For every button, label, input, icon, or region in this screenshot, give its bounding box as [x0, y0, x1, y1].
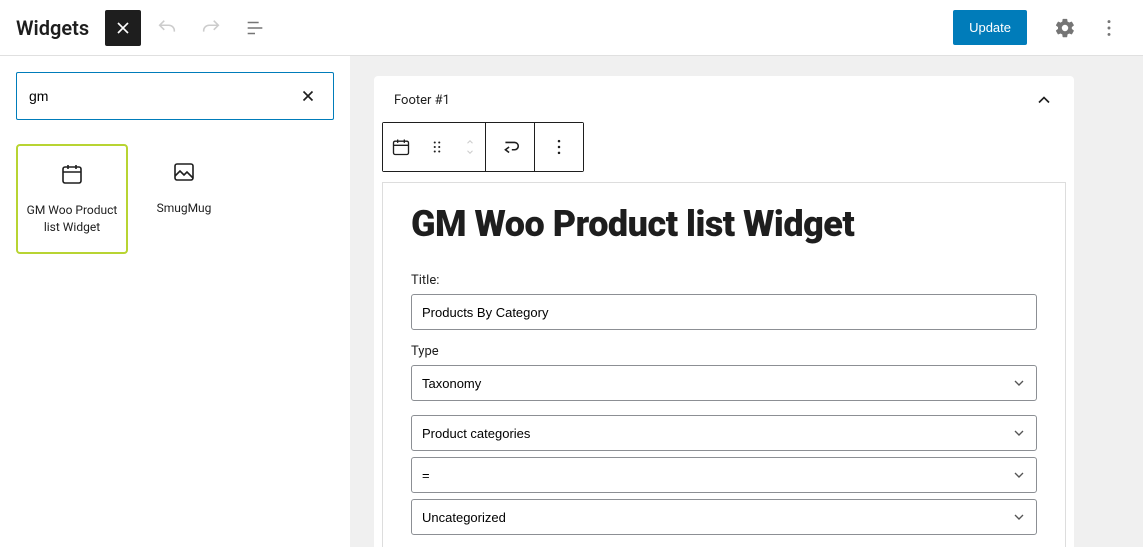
title-label: Title:	[411, 273, 1037, 288]
page-title: Widgets	[16, 16, 89, 40]
transform-button[interactable]	[486, 123, 534, 171]
update-button[interactable]: Update	[953, 10, 1027, 45]
block-item-smugmug[interactable]: SmugMug	[128, 144, 240, 254]
drag-handle-button[interactable]	[419, 123, 455, 171]
block-toolbar	[382, 122, 584, 172]
widget-heading: GM Woo Product list Widget	[411, 203, 1037, 245]
field-type: Type Taxonomy	[411, 344, 1037, 401]
search-input[interactable]	[29, 88, 295, 104]
widget-area-header[interactable]: Footer #1	[374, 76, 1074, 114]
move-buttons[interactable]	[455, 123, 485, 171]
calendar-icon	[60, 162, 84, 186]
image-icon	[172, 160, 196, 184]
type-label: Type	[411, 344, 1037, 359]
field-title: Title:	[411, 273, 1037, 330]
widget-area: Footer #1	[374, 76, 1074, 547]
clear-search-button[interactable]	[295, 83, 321, 109]
chevron-up-icon	[1034, 90, 1054, 110]
term-select[interactable]: Uncategorized	[411, 499, 1037, 535]
list-view-button[interactable]	[237, 10, 273, 46]
block-item-gm-woo[interactable]: GM Woo Product list Widget	[16, 144, 128, 254]
settings-button[interactable]	[1047, 10, 1083, 46]
operator-select[interactable]: =	[411, 457, 1037, 493]
search-input-wrap	[16, 72, 334, 120]
type-select[interactable]: Taxonomy	[411, 365, 1037, 401]
block-options-button[interactable]	[535, 123, 583, 171]
editor-canvas: Footer #1	[350, 56, 1143, 547]
redo-button[interactable]	[193, 10, 229, 46]
undo-button[interactable]	[149, 10, 185, 46]
topbar: Widgets Update	[0, 0, 1143, 56]
widget-area-title: Footer #1	[394, 93, 450, 108]
block-inserter-sidebar: GM Woo Product list Widget SmugMug	[0, 56, 350, 547]
close-inserter-button[interactable]	[105, 10, 141, 46]
title-input[interactable]	[411, 294, 1037, 330]
taxonomy-fields: Product categories = Uncategorized	[411, 415, 1037, 535]
main: GM Woo Product list Widget SmugMug Foote…	[0, 56, 1143, 547]
block-label: GM Woo Product list Widget	[26, 202, 118, 236]
options-button[interactable]	[1091, 10, 1127, 46]
taxonomy-select[interactable]: Product categories	[411, 415, 1037, 451]
block-type-button[interactable]	[383, 123, 419, 171]
block-label: SmugMug	[157, 200, 212, 217]
block-results: GM Woo Product list Widget SmugMug	[16, 144, 334, 254]
widget-block: GM Woo Product list Widget Title: Type T…	[382, 182, 1066, 547]
